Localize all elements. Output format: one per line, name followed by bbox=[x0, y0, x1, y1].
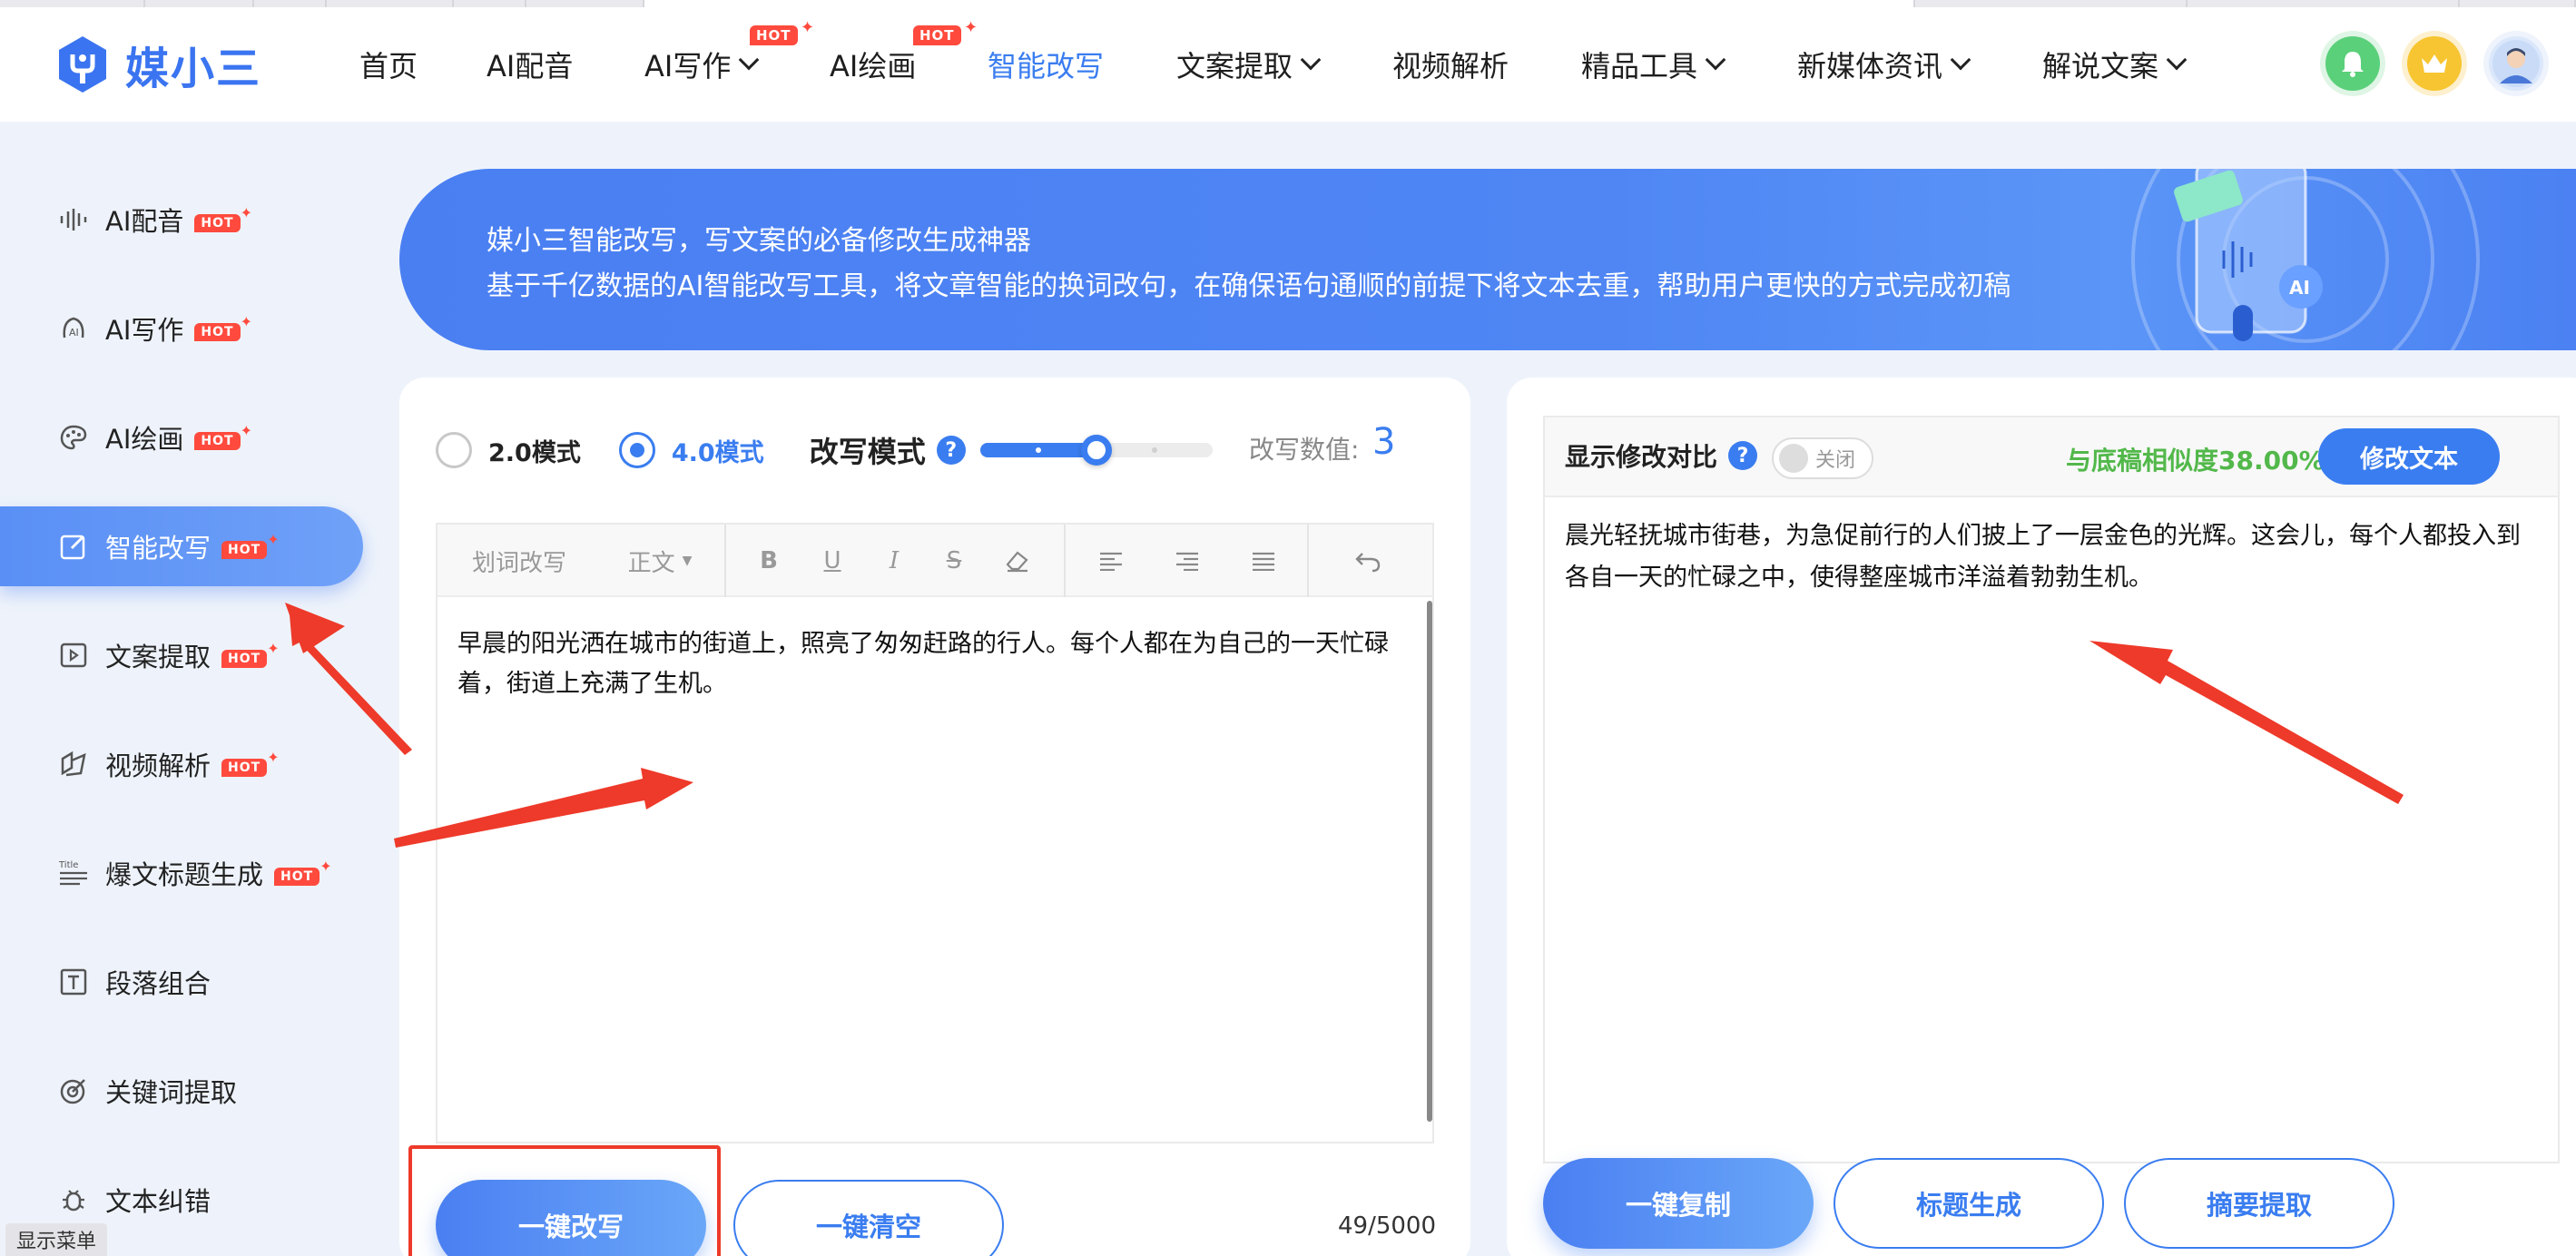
annotation-arrows bbox=[285, 603, 2404, 848]
arrow-to-input-text bbox=[394, 768, 693, 848]
arrow-to-result-text bbox=[2089, 641, 2404, 804]
arrow-to-sidebar-active bbox=[285, 603, 412, 755]
